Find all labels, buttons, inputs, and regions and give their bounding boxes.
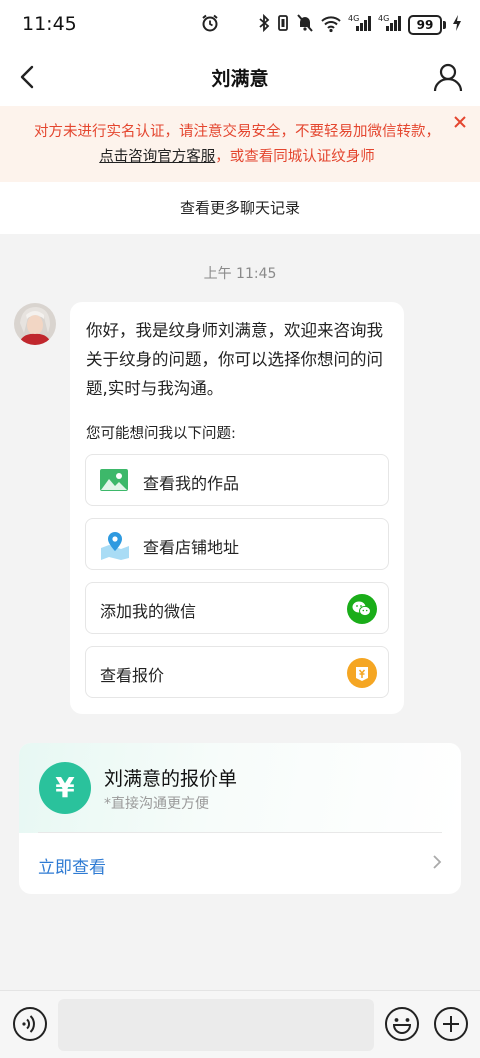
load-more-history-button[interactable]: 查看更多聊天记录 <box>0 182 480 234</box>
yuan-icon: ¥ <box>39 762 91 814</box>
divider <box>38 832 442 833</box>
input-bar <box>0 990 480 1058</box>
quote-card[interactable]: ¥ 刘满意的报价单 *直接沟通更方便 立即查看 <box>19 743 461 894</box>
message-timestamp: 上午 11:45 <box>203 266 277 282</box>
mute-icon <box>296 13 314 37</box>
gallery-icon <box>99 466 129 498</box>
status-bar: 11:45 4G 4G 99 <box>0 0 480 50</box>
official-support-link[interactable]: 点击咨询官方客服 <box>99 149 215 165</box>
user-profile-icon[interactable] <box>432 61 464 93</box>
option-label: 查看报价 <box>100 666 165 685</box>
nav-bar: 刘满意 <box>0 50 480 106</box>
option-view-price[interactable]: 查看报价 <box>85 646 389 698</box>
bluetooth-icon <box>258 13 270 37</box>
quote-subtitle: *直接沟通更方便 <box>104 796 209 812</box>
quote-title: 刘满意的报价单 <box>104 768 238 790</box>
map-pin-icon <box>99 530 131 564</box>
alarm-icon <box>200 13 220 37</box>
emoji-icon[interactable] <box>384 1006 420 1042</box>
question-hint: 您可能想问我以下问题: <box>86 426 236 442</box>
page-title: 刘满意 <box>211 68 269 90</box>
wechat-icon <box>347 594 377 628</box>
option-label: 查看我的作品 <box>143 474 240 493</box>
signal-icon-2: 4G <box>378 13 402 37</box>
status-icons: 4G 4G 99 <box>258 13 462 37</box>
chat-screen: 11:45 4G 4G 99 刘满意 对方未进行实名认证，请注意交易安全，不要轻… <box>0 0 480 1058</box>
svg-text:4G: 4G <box>348 14 359 23</box>
option-add-wechat[interactable]: 添加我的微信 <box>85 582 389 634</box>
local-certified-artists-link[interactable]: ，或查看同城认证纹身师 <box>215 149 375 165</box>
chevron-right-icon <box>431 853 443 871</box>
battery-icon: 99 <box>408 15 446 35</box>
price-tag-icon <box>347 658 377 692</box>
message-bubble: 你好，我是纹身师刘满意，欢迎来咨询我关于纹身的问题，你可以选择你想问的问题,实时… <box>70 302 404 714</box>
greeting-message: 你好，我是纹身师刘满意，欢迎来咨询我关于纹身的问题，你可以选择你想问的问题,实时… <box>86 321 383 398</box>
message-input[interactable] <box>58 999 374 1051</box>
status-time: 11:45 <box>22 13 77 35</box>
plus-icon[interactable] <box>433 1006 469 1042</box>
view-quote-link[interactable]: 立即查看 <box>38 853 106 878</box>
option-view-address[interactable]: 查看店铺地址 <box>85 518 389 570</box>
signal-icon: 4G <box>348 13 372 37</box>
warning-text: 对方未进行实名认证，请注意交易安全，不要轻易加微信转款，点击咨询官方客服，或查看… <box>34 124 440 165</box>
avatar[interactable] <box>14 303 56 345</box>
option-label: 添加我的微信 <box>100 602 197 621</box>
option-label: 查看店铺地址 <box>143 538 240 557</box>
charging-icon <box>452 13 462 37</box>
vibrate-icon <box>276 13 290 37</box>
svg-text:4G: 4G <box>378 14 389 23</box>
option-view-works[interactable]: 查看我的作品 <box>85 454 389 506</box>
security-warning-banner: 对方未进行实名认证，请注意交易安全，不要轻易加微信转款，点击咨询官方客服，或查看… <box>0 106 480 182</box>
battery-level: 99 <box>408 15 442 35</box>
wifi-icon <box>320 13 342 37</box>
close-icon[interactable] <box>452 114 468 130</box>
voice-input-icon[interactable] <box>12 1006 48 1042</box>
